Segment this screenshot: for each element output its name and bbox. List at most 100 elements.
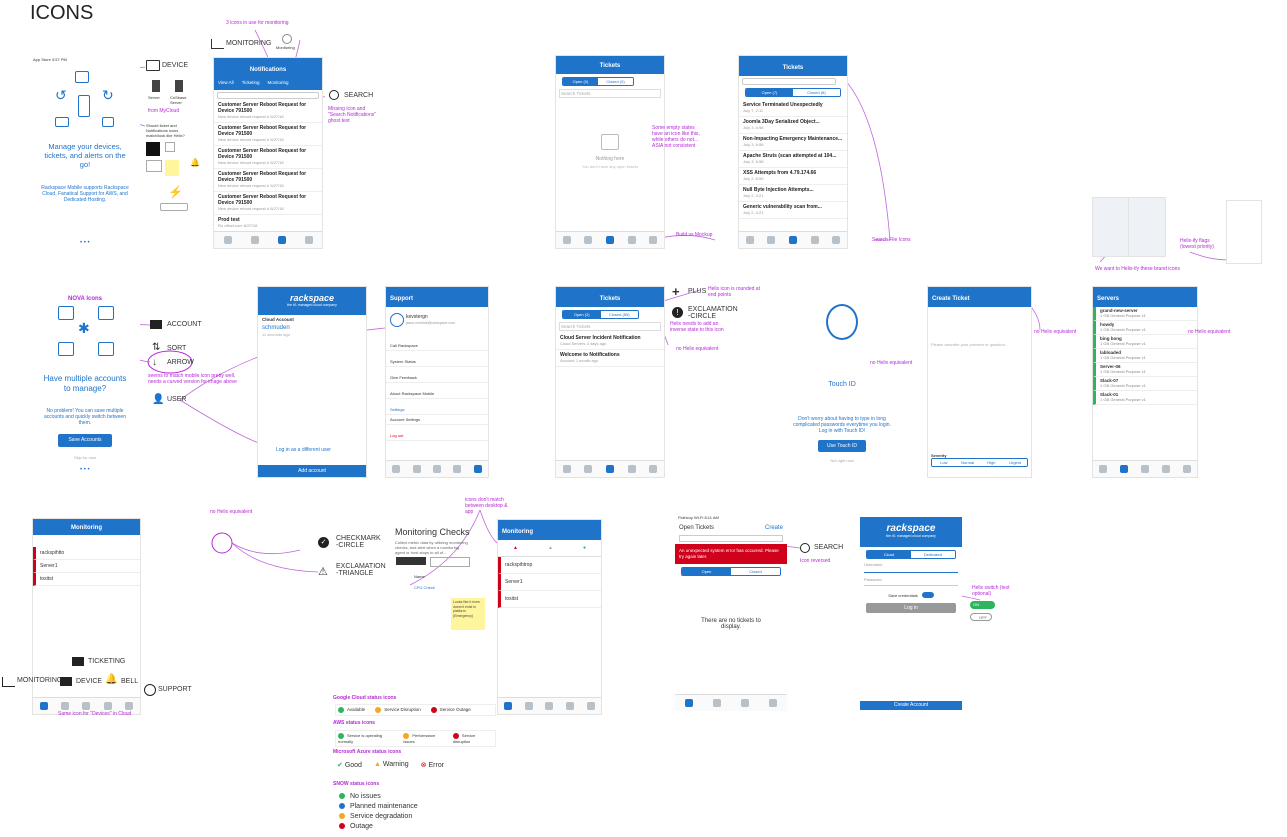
tab-icon[interactable]	[627, 236, 636, 244]
account-name[interactable]: schmuden	[258, 324, 366, 332]
search-input[interactable]: Search Tickets	[559, 89, 661, 98]
monitor-row[interactable]: Server1	[33, 560, 140, 573]
tab-icon[interactable]	[745, 236, 754, 244]
tab-dedicated[interactable]: Dedicated	[911, 551, 955, 558]
list-item[interactable]: Generic vulnerability scan from... July 2…	[739, 202, 847, 219]
switch-off[interactable]: OFF	[970, 613, 992, 621]
server-row[interactable]: Slack-01 1 GB General Purpose v1	[1093, 391, 1197, 405]
tab-icon[interactable]	[473, 465, 482, 473]
tab-icon[interactable]	[524, 702, 533, 710]
menu-item[interactable]: System Status	[386, 357, 488, 367]
tab-view-all[interactable]: View All	[218, 80, 234, 85]
tab-closed[interactable]: Closed (0)	[598, 78, 633, 85]
add-account-button[interactable]: Add account	[258, 465, 366, 477]
tab-open[interactable]: Open (7)	[746, 89, 793, 96]
tab-icon[interactable]	[1099, 465, 1108, 473]
warning-tab-icon[interactable]: ▲	[548, 545, 553, 551]
list-item[interactable]: Service Terminated Unexpectedly July 7, 2…	[739, 100, 847, 117]
menu-item[interactable]: About Rackspace Mobile	[386, 389, 488, 399]
tab-icon[interactable]	[392, 465, 401, 473]
tab-closed[interactable]: Closed (8)	[793, 89, 840, 96]
tab-icon[interactable]	[685, 699, 693, 707]
create-check-button[interactable]	[396, 557, 426, 565]
tab-icon[interactable]	[1140, 465, 1149, 473]
tab-icon[interactable]	[39, 702, 48, 710]
switch-on[interactable]: ON	[970, 601, 995, 609]
skip-link[interactable]: Skip for now	[30, 455, 140, 460]
severity-option[interactable]: Low	[932, 459, 956, 466]
list-item[interactable]: Joomla 3Day Serialized Object... July 3, …	[739, 117, 847, 134]
tab-icon[interactable]	[1120, 465, 1129, 473]
list-item[interactable]: Customer Server Reboot Request for Devic…	[214, 169, 322, 192]
tab-icon[interactable]	[649, 465, 658, 473]
monitor-row[interactable]: rackspihtrop	[498, 557, 601, 574]
tab-icon[interactable]	[277, 236, 286, 244]
tab-open[interactable]: Open (0)	[563, 78, 598, 85]
menu-item[interactable]: Log out	[386, 431, 488, 441]
menu-item[interactable]: Account Settings	[386, 415, 488, 425]
server-row[interactable]: grand-new-server 1 GB General Purpose v1	[1093, 307, 1197, 321]
list-item[interactable]: Customer Server Reboot Request for Devic…	[214, 123, 322, 146]
check-item[interactable]: CPU Check	[414, 585, 435, 590]
tab-icon[interactable]	[125, 702, 134, 710]
list-item[interactable]: Customer Server Reboot Request for Devic…	[214, 146, 322, 169]
tab-monitoring[interactable]: Monitoring	[268, 80, 289, 85]
login-button[interactable]: Log in	[866, 603, 956, 613]
tab-icon[interactable]	[412, 465, 421, 473]
search-input[interactable]	[217, 92, 319, 99]
list-item[interactable]: Non-Impacting Emergency Maintenance... Ju…	[739, 134, 847, 151]
tab-icon[interactable]	[562, 236, 571, 244]
tab-icon[interactable]	[504, 702, 513, 710]
tab-icon[interactable]	[584, 465, 593, 473]
tab-icon[interactable]	[562, 465, 571, 473]
tab-icon[interactable]	[741, 699, 749, 707]
monitor-row[interactable]: tositst	[33, 573, 140, 586]
tab-icon[interactable]	[304, 236, 313, 244]
list-item[interactable]: Cloud Server Incident Notification Cloud …	[556, 333, 664, 350]
list-item[interactable]: XSS Attempts from 4.79.174.66 July 2, 6:5…	[739, 168, 847, 185]
tab-icon[interactable]	[627, 465, 636, 473]
tab-icon[interactable]	[1161, 465, 1170, 473]
tab-open[interactable]: Open	[682, 568, 731, 575]
tab-ticketing[interactable]: Ticketing	[242, 80, 260, 85]
list-item[interactable]: Customer Server Reboot Request for Devic…	[214, 100, 322, 123]
tab-icon[interactable]	[586, 702, 595, 710]
tab-icon[interactable]	[103, 702, 112, 710]
tab-icon[interactable]	[1182, 465, 1191, 473]
menu-item[interactable]: Call Rackspace	[386, 341, 488, 351]
tab-icon[interactable]	[769, 699, 777, 707]
tab-icon[interactable]	[545, 702, 554, 710]
monitor-row[interactable]: tositst	[498, 591, 601, 608]
severity-option[interactable]: Urgent	[1003, 459, 1027, 466]
tab-icon[interactable]	[223, 236, 232, 244]
filter-button[interactable]	[430, 557, 470, 567]
server-row[interactable]: bing bong 1 GB General Purpose v1	[1093, 335, 1197, 349]
tab-icon[interactable]	[250, 236, 259, 244]
list-item[interactable]: Null Byte Injection Attempts... July 2, 4…	[739, 185, 847, 202]
tab-icon[interactable]	[584, 236, 593, 244]
ok-tab-icon[interactable]: ●	[583, 545, 586, 551]
tab-icon[interactable]	[810, 236, 819, 244]
tab-open[interactable]: Open (2)	[563, 311, 601, 318]
search-input[interactable]	[679, 535, 783, 542]
tab-closed[interactable]: Closed (55)	[600, 311, 638, 318]
save-accounts-button[interactable]: Save Accounts	[58, 434, 112, 447]
tab-icon[interactable]	[566, 702, 575, 710]
tab-icon[interactable]	[605, 465, 614, 473]
severity-option[interactable]: High	[979, 459, 1004, 466]
tab-icon[interactable]	[832, 236, 841, 244]
error-tab-icon[interactable]: ▲	[513, 545, 518, 551]
tab-icon[interactable]	[767, 236, 776, 244]
create-account-button[interactable]: Create Account	[860, 701, 962, 710]
server-row[interactable]: howdy 1 GB General Purpose v1	[1093, 321, 1197, 335]
server-row[interactable]: labloaded 1 GB General Purpose v1	[1093, 349, 1197, 363]
list-item[interactable]: Welcome to Notifications Account 1 month …	[556, 350, 664, 367]
tab-cloud[interactable]: Cloud	[867, 551, 911, 558]
list-item[interactable]: Apache Struts (scan attempted at 104... J…	[739, 151, 847, 168]
list-item[interactable]: Prod test Ro offset.com 6/27/18	[214, 215, 322, 232]
search-input[interactable]: Search Tickets	[559, 322, 661, 331]
tab-icon[interactable]	[713, 699, 721, 707]
username-input[interactable]	[864, 567, 958, 573]
create-link[interactable]: Create	[765, 525, 783, 531]
tab-icon[interactable]	[453, 465, 462, 473]
